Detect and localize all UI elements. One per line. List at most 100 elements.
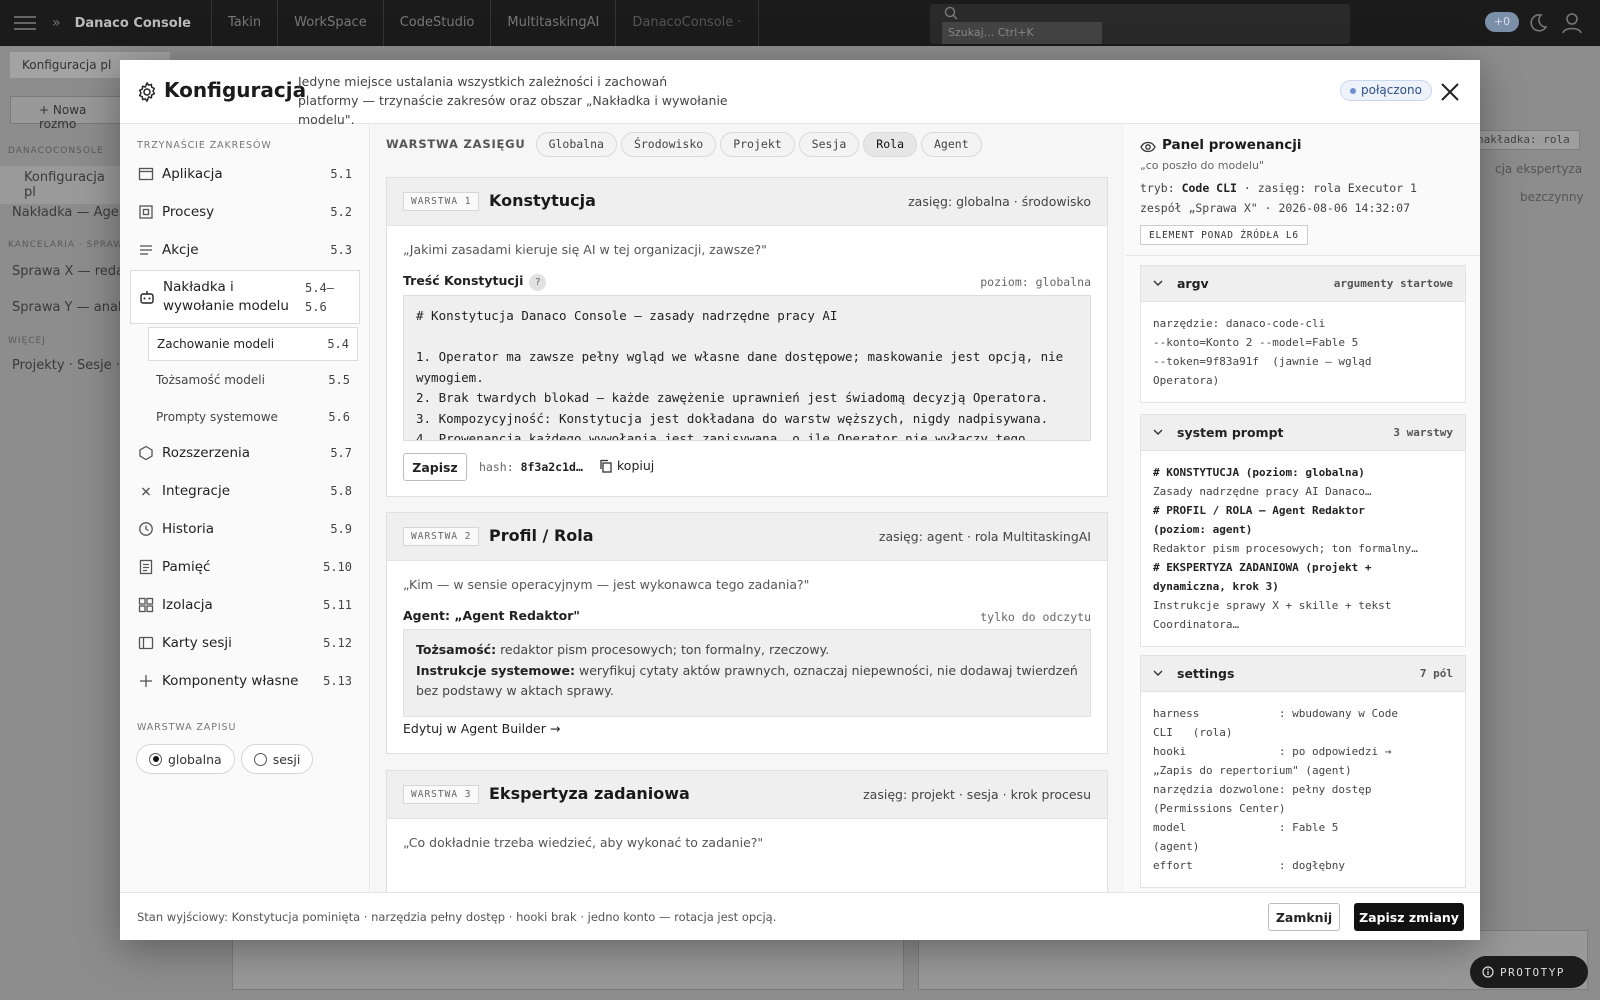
plus-icon (138, 673, 154, 689)
section-body: harness : wbudowany w Code CLI (rola) ho… (1153, 707, 1399, 872)
sidebar-item-number: 5.3 (330, 243, 352, 257)
sidebar-item-label: Procesy (162, 204, 215, 220)
background-item: Nakładka — Agen (12, 205, 128, 220)
sidebar-item-label: Izolacja (162, 597, 213, 613)
moon-icon[interactable] (1526, 12, 1548, 34)
layer-tag: WARSTWA 3 (403, 785, 480, 804)
sidebar-item-number: 5.7 (330, 446, 352, 460)
sidebar-item-label: Pamięć (162, 559, 211, 575)
user-icon[interactable] (1562, 12, 1582, 34)
radio-globalna[interactable]: globalna (136, 744, 235, 774)
section-header[interactable]: system prompt 3 warstwy (1141, 415, 1465, 451)
sidebar-subitem-tozsamosc[interactable]: Tożsamość modeli 5.5 (148, 364, 358, 398)
close-dialog-button[interactable]: Zamknij (1268, 903, 1340, 931)
hamburger-icon[interactable] (14, 15, 36, 31)
app-tab[interactable]: DanacoConsole · (616, 0, 759, 46)
scope-chip-rola[interactable]: Rola (863, 131, 917, 157)
prompt-line: Zasady nadrzędne pracy AI Danaco… (1153, 485, 1372, 498)
background-text: bezczynny (1520, 190, 1584, 204)
app-tab[interactable]: CodeStudio (384, 0, 492, 46)
hash-value: 8f3a2c1d… (520, 460, 583, 474)
agent-label: Agent: „Agent Redaktor" (403, 608, 580, 623)
sidebar-item-label: Integracje (162, 483, 231, 499)
scope-sidebar: TRZYNAŚCIE ZAKRESÓW Aplikacja 5.1 Proces… (120, 124, 370, 892)
provenance-section-system-prompt: system prompt 3 warstwy # KONSTYTUCJA (p… (1140, 414, 1466, 647)
sidebar-item-aplikacja[interactable]: Aplikacja 5.1 (130, 156, 360, 192)
layer-card-header: WARSTWA 3 Ekspertyza zadaniowa zasięg: p… (387, 771, 1107, 819)
background-section: DANACOCONSOLE (8, 146, 104, 156)
background-item: Sprawa X — reda (12, 264, 124, 279)
copy-button[interactable]: kopiuj (599, 458, 654, 473)
sidebar-item-integracje[interactable]: Integracje 5.8 (130, 473, 360, 509)
sidebar-item-historia[interactable]: Historia 5.9 (130, 511, 360, 547)
section-header[interactable]: settings 7 pól (1141, 656, 1465, 692)
radio-dot (253, 752, 267, 766)
sidebar-item-procesy[interactable]: Procesy 5.2 (130, 194, 360, 230)
app-tab[interactable]: MultitaskingAI (491, 0, 617, 46)
search-box[interactable]: Szukaj... Ctrl+K (930, 4, 1350, 44)
save-changes-button[interactable]: Zapisz zmiany (1354, 903, 1464, 931)
scope-chip-globalna[interactable]: Globalna (535, 131, 617, 157)
sidebar-item-komponenty[interactable]: Komponenty własne 5.13 (130, 663, 360, 699)
section-meta: argumenty startowe (1333, 277, 1453, 290)
scope-chip-srodowisko[interactable]: Środowisko (620, 131, 717, 157)
help-icon[interactable]: ? (529, 274, 547, 291)
prompt-line: Instrukcje sprawy X + skille + tekst Coo… (1153, 599, 1392, 631)
sidebar-subitem-zachowanie[interactable]: Zachowanie modeli 5.4 (148, 327, 358, 361)
provenance-section-settings: settings 7 pól harness : wbudowany w Cod… (1140, 655, 1466, 888)
layer-card-ekspertyza: WARSTWA 3 Ekspertyza zadaniowa zasięg: p… (386, 770, 1108, 892)
section-meta: 7 pól (1419, 667, 1453, 680)
layer-scope: zasięg: agent · rola MultitaskingAI (878, 529, 1091, 544)
scope-chip-agent[interactable]: Agent (921, 131, 982, 157)
scope-chip-sesja[interactable]: Sesja (798, 131, 860, 157)
layer-question: „Co dokładnie trzeba wiedzieć, aby wykon… (403, 835, 764, 850)
sidebar-item-number: 5.13 (323, 674, 352, 688)
field-label: Treść Konstytucji? (403, 273, 547, 291)
app-tab[interactable]: Takin (212, 0, 279, 46)
edit-agent-link[interactable]: Edytuj w Agent Builder → (403, 721, 560, 736)
prototype-badge[interactable]: PROTOTYP (1470, 956, 1588, 988)
write-layer-label: WARSTWA ZAPISU (137, 722, 237, 733)
hash-label: hash: (479, 460, 514, 474)
scope-chip-projekt[interactable]: Projekt (720, 131, 795, 157)
search-input[interactable]: Szukaj... Ctrl+K (942, 22, 1102, 44)
sidebar-item-izolacja[interactable]: Izolacja 5.11 (130, 587, 360, 623)
identity-value: redaktor pism procesowych; ton formalny,… (500, 642, 830, 657)
app-tab[interactable]: WorkSpace (278, 0, 384, 46)
section-header[interactable]: argv argumenty startowe (1141, 266, 1465, 302)
sidebar-item-nakladka[interactable]: Nakładka i wywołanie modelu 5.4–5.6 (130, 270, 360, 324)
counter-badge[interactable]: +0 (1485, 12, 1519, 32)
copy-label: kopiuj (617, 458, 655, 473)
sidebar-item-label: Rozszerzenia (162, 445, 251, 461)
close-button[interactable] (1436, 78, 1464, 106)
layer-title: Ekspertyza zadaniowa (489, 784, 690, 803)
sidebar-item-label: Akcje (162, 242, 199, 258)
provenance-title: Panel prowenancji (1162, 137, 1302, 153)
prompt-heading: # KONSTYTUCJA (poziom: globalna) (1153, 466, 1365, 479)
instructions-row: Instrukcje systemowe: weryfikuj cytaty a… (416, 661, 1078, 702)
identity-row: Tożsamość: redaktor pism procesowych; to… (416, 640, 1078, 661)
sidebar-subitem-number: 5.4 (327, 337, 349, 351)
sidebar-subitem-prompty[interactable]: Prompty systemowe 5.6 (148, 401, 358, 435)
save-button[interactable]: Zapisz (403, 453, 467, 481)
provenance-tag: ELEMENT PONAD ŹRÓDŁA L6 (1140, 225, 1308, 245)
panel-icon (138, 635, 154, 651)
prototype-label: PROTOTYP (1500, 965, 1565, 979)
sidebar-subitem-number: 5.6 (328, 410, 350, 424)
sidebar-item-karty-sesji[interactable]: Karty sesji 5.12 (130, 625, 360, 661)
provenance-panel: Panel prowenancji „co poszło do modelu" … (1126, 124, 1480, 892)
radio-sesji[interactable]: sesji (240, 744, 314, 774)
configuration-modal: Konfiguracja Jedyne miejsce ustalania ws… (120, 60, 1480, 940)
section-body: narzędzie: danaco-code-cli --konto=Konto… (1153, 317, 1372, 387)
layer-tag: WARSTWA 2 (403, 527, 480, 546)
background-new-button: + Nowa rozmo (10, 96, 130, 131)
section-title: system prompt (1177, 425, 1284, 440)
sidebar-item-rozszerzenia[interactable]: Rozszerzenia 5.7 (130, 435, 360, 471)
sidebar-item-number: 5.4–5.6 (305, 281, 334, 314)
radio-label: globalna (168, 751, 222, 767)
sidebar-item-akcje[interactable]: Akcje 5.3 (130, 232, 360, 268)
sidebar-item-pamiec[interactable]: Pamięć 5.10 (130, 549, 360, 585)
constitution-textarea[interactable]: # Konstytucja Danaco Console — zasady na… (403, 295, 1091, 441)
close-icon (1441, 83, 1459, 101)
expand-icon[interactable]: » (52, 15, 61, 31)
